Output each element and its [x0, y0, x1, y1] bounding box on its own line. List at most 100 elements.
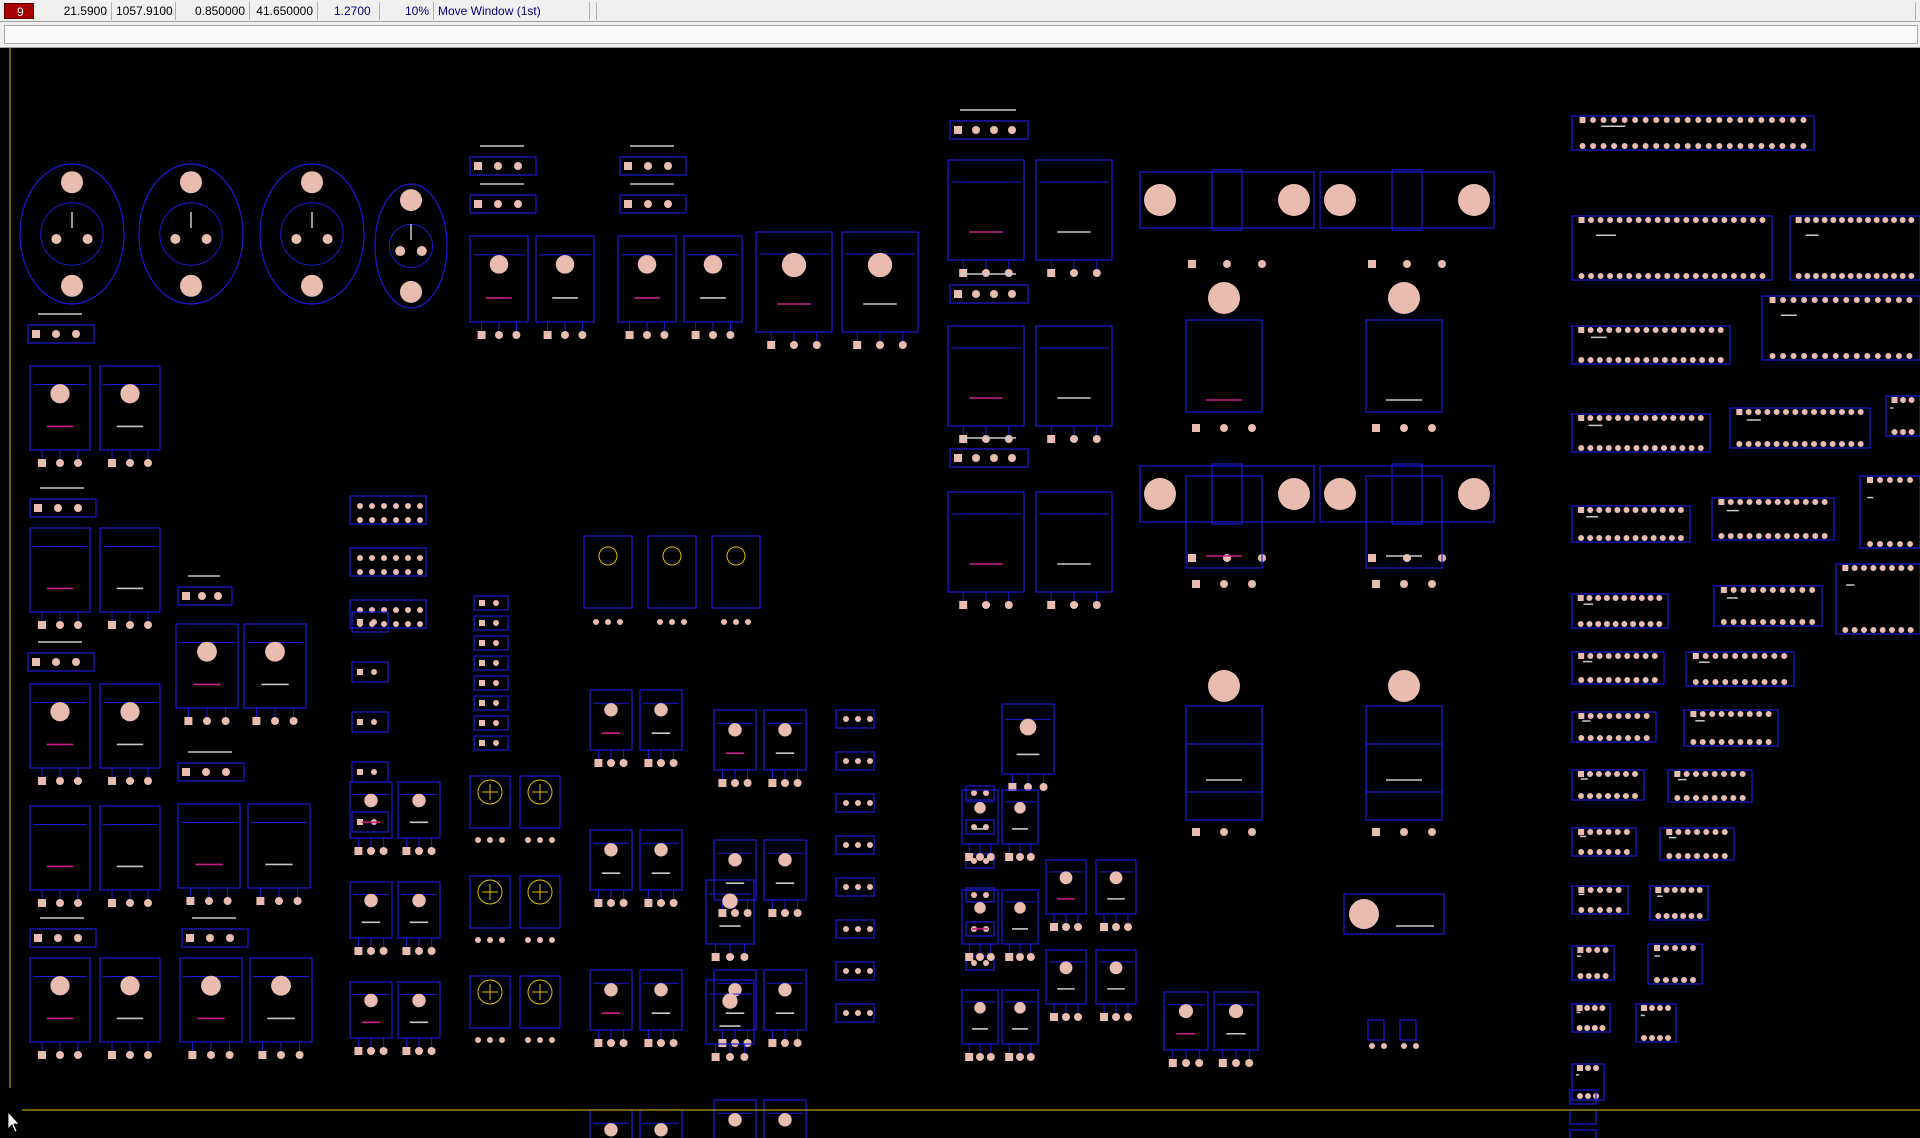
round-pad — [499, 837, 505, 843]
command-input[interactable] — [4, 25, 1918, 44]
round-pad — [1596, 677, 1603, 683]
round-pad — [1587, 887, 1594, 893]
round-pad — [1632, 507, 1639, 513]
round-pad — [1773, 441, 1780, 447]
round-pad — [1428, 828, 1436, 836]
round-pad — [1597, 735, 1603, 741]
round-pad — [1070, 269, 1078, 277]
round-pad — [1759, 217, 1766, 223]
square-pad — [1368, 260, 1376, 268]
round-pad — [1633, 677, 1640, 683]
round-pad — [976, 953, 984, 961]
round-pad — [415, 947, 423, 955]
round-pad — [1702, 795, 1709, 801]
round-pad — [1821, 273, 1828, 279]
round-pad — [1900, 397, 1906, 403]
round-pad — [475, 837, 481, 843]
round-pad — [1721, 771, 1727, 777]
pcb-canvas[interactable] — [0, 48, 1920, 1138]
round-pad — [1624, 357, 1631, 363]
square-pad — [1047, 435, 1056, 443]
round-pad — [1765, 711, 1772, 717]
to3-hole — [61, 274, 83, 297]
round-pad — [1800, 117, 1807, 123]
round-pad — [1578, 793, 1584, 799]
round-pad — [1603, 621, 1610, 627]
round-pad — [1614, 793, 1620, 799]
round-pad — [1621, 117, 1628, 123]
round-pad — [1771, 653, 1778, 659]
square-pad — [718, 1039, 727, 1047]
round-pad — [74, 1051, 82, 1059]
mounting-hole — [50, 976, 70, 996]
zoom-level-readout[interactable]: 10% — [380, 2, 434, 20]
round-pad — [1847, 217, 1854, 223]
round-pad — [1870, 627, 1877, 633]
delta-x-readout: 0.850000 — [176, 2, 250, 20]
round-pad — [1587, 535, 1594, 541]
round-pad — [379, 947, 388, 955]
round-pad — [1650, 535, 1657, 541]
round-pad — [1578, 735, 1585, 741]
round-pad — [1708, 357, 1715, 363]
round-pad — [1653, 117, 1660, 123]
round-pad — [793, 779, 802, 787]
mounting-hole — [778, 983, 792, 997]
round-pad — [51, 234, 62, 244]
round-pad — [1857, 441, 1864, 447]
round-pad — [1802, 499, 1809, 505]
round-pad — [1616, 273, 1623, 279]
grid-size-readout[interactable]: 1.2700 — [320, 2, 380, 20]
round-pad — [1680, 887, 1687, 893]
round-pad — [1649, 1005, 1655, 1011]
round-pad — [1675, 829, 1682, 835]
round-pad — [982, 269, 990, 277]
round-pad — [657, 1039, 665, 1047]
round-pad — [619, 759, 628, 767]
round-pad — [417, 503, 423, 509]
round-pad — [1656, 621, 1663, 627]
round-pad — [1585, 1065, 1591, 1071]
mounting-hole — [703, 255, 723, 274]
command-bar — [0, 22, 1920, 48]
round-pad — [990, 454, 998, 462]
round-pad — [1008, 454, 1016, 462]
mounting-hole — [867, 252, 893, 278]
round-pad — [1865, 273, 1871, 279]
round-pad — [1578, 907, 1585, 913]
square-pad — [32, 658, 40, 666]
round-pad — [1623, 771, 1629, 777]
round-pad — [427, 1047, 436, 1055]
round-pad — [1839, 273, 1845, 279]
mounting-hole — [1059, 871, 1073, 885]
round-pad — [393, 555, 399, 561]
mounting-hole — [778, 1113, 792, 1127]
square-pad — [624, 162, 632, 170]
round-pad — [1596, 415, 1603, 421]
round-pad — [1642, 653, 1649, 659]
round-pad — [1696, 887, 1703, 893]
round-pad — [1755, 533, 1762, 539]
round-pad — [1587, 771, 1593, 777]
round-pad — [986, 1053, 995, 1061]
round-pad — [405, 569, 411, 575]
round-pad — [170, 234, 181, 244]
mounting-hole — [1059, 961, 1073, 975]
round-pad — [427, 847, 436, 855]
cursor-y-readout: 1057.9100 — [112, 2, 176, 20]
square-pad — [1050, 1013, 1058, 1021]
round-pad — [1664, 217, 1671, 223]
round-pad — [1801, 297, 1808, 303]
round-pad — [664, 162, 672, 170]
round-pad — [1112, 923, 1120, 931]
round-pad — [1654, 977, 1660, 983]
round-pad — [1865, 217, 1871, 223]
active-layer-indicator[interactable]: 9 — [4, 3, 34, 19]
round-pad — [1712, 679, 1719, 685]
square-pad — [474, 162, 482, 170]
mounting-hole — [265, 641, 285, 662]
round-pad — [733, 619, 739, 625]
round-pad — [1633, 653, 1640, 659]
round-pad — [983, 892, 989, 898]
round-pad — [1877, 477, 1883, 483]
